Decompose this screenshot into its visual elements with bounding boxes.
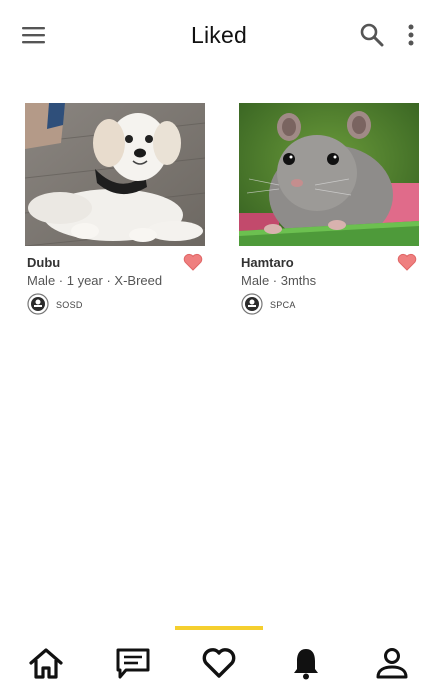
heart-icon[interactable] (183, 253, 203, 271)
shelter-logo-icon (27, 293, 49, 315)
active-tab-indicator (175, 626, 263, 630)
pet-details: Male · 1 year · X-Breed (27, 273, 163, 288)
person-icon (376, 648, 408, 679)
pet-name: Hamtaro (241, 255, 294, 270)
pet-details: Male · 3mths (241, 273, 317, 288)
bottom-nav (0, 626, 438, 693)
heart-icon (202, 648, 236, 678)
nav-messages[interactable] (110, 642, 156, 684)
white-dog-photo (25, 103, 205, 246)
shelter-logo-icon (241, 293, 263, 315)
nav-profile[interactable] (369, 642, 415, 684)
search-icon[interactable] (359, 22, 385, 48)
shelter-name: SPCA (270, 300, 296, 310)
nav-liked[interactable] (196, 642, 242, 684)
app-bar: Liked (0, 0, 438, 72)
hamster-photo (239, 103, 419, 246)
shelter-name: SOSD (56, 300, 83, 310)
pet-card-hamtaro[interactable]: Hamtaro Male · 3mths SPCA (239, 103, 419, 315)
bell-icon (294, 649, 318, 680)
more-vert-icon[interactable] (400, 22, 422, 48)
home-icon (29, 648, 63, 679)
pet-card-dubu[interactable]: Dubu Male · 1 year · X-Breed SOSD (25, 103, 205, 315)
pet-name: Dubu (27, 255, 61, 270)
nav-home[interactable] (23, 642, 69, 684)
heart-icon[interactable] (397, 253, 417, 271)
chat-icon (116, 648, 150, 679)
nav-notifications[interactable] (283, 642, 329, 684)
